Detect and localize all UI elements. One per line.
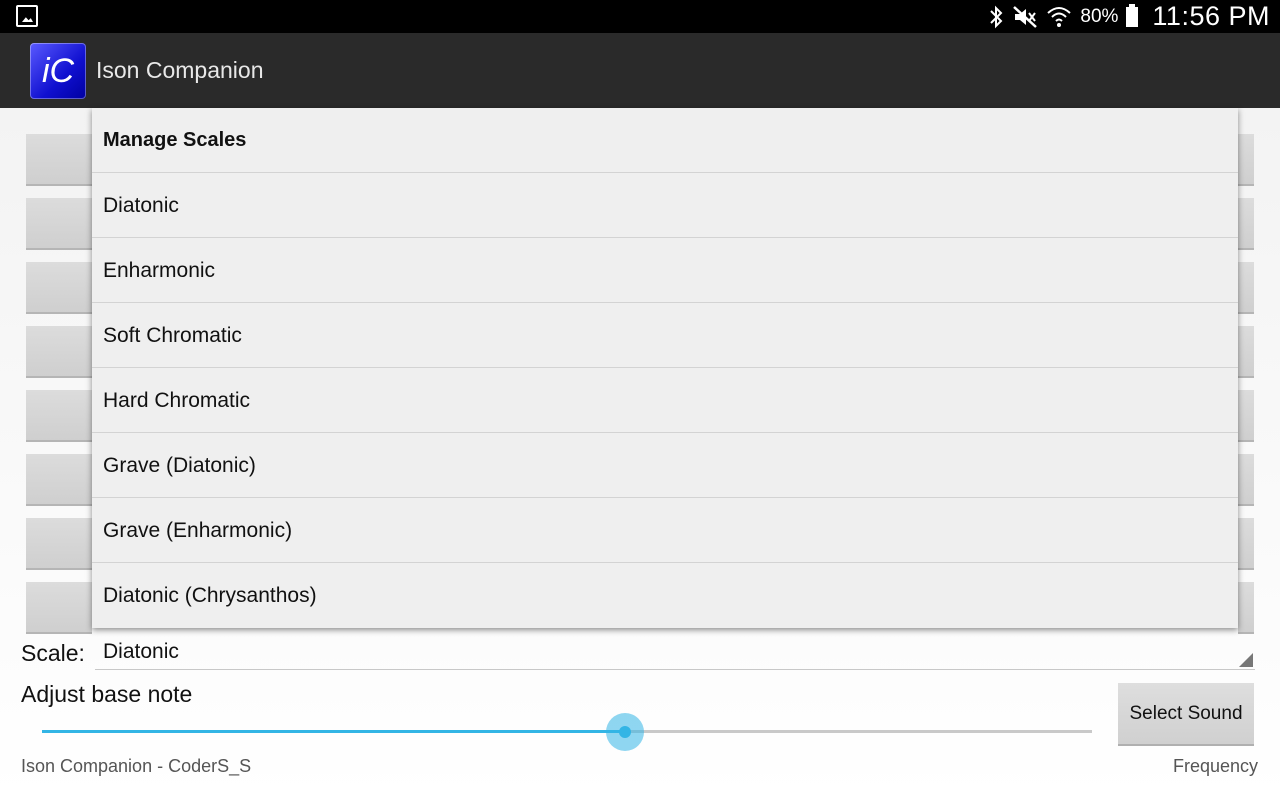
scale-dropdown-menu: Manage Scales Diatonic Enharmonic Soft C… <box>92 108 1238 628</box>
slider-fill <box>42 730 625 733</box>
app-logo-icon[interactable]: iC <box>30 43 86 99</box>
status-bar: 80% 11:56 PM <box>0 0 1280 33</box>
scale-spinner[interactable]: Diatonic <box>95 636 1255 670</box>
battery-icon <box>1126 3 1139 27</box>
note-button[interactable] <box>1238 326 1254 378</box>
note-button[interactable] <box>26 454 92 506</box>
menu-item-manage-scales[interactable]: Manage Scales <box>92 108 1238 173</box>
mute-icon <box>1012 5 1038 29</box>
adjust-base-note-label: Adjust base note <box>21 681 193 707</box>
menu-item-scale[interactable]: Enharmonic <box>92 238 1238 303</box>
note-button[interactable] <box>1238 262 1254 314</box>
note-button[interactable] <box>26 326 92 378</box>
slider-thumb[interactable] <box>619 726 631 738</box>
gallery-notification-icon <box>16 5 38 27</box>
scale-selected-value: Diatonic <box>103 640 179 663</box>
action-bar: iC Ison Companion <box>0 33 1280 108</box>
note-button[interactable] <box>26 390 92 442</box>
note-button[interactable] <box>1238 582 1254 634</box>
menu-item-scale[interactable]: Hard Chromatic <box>92 368 1238 433</box>
menu-item-scale[interactable]: Grave (Enharmonic) <box>92 498 1238 563</box>
note-button[interactable] <box>1238 390 1254 442</box>
status-icons: 80% 11:56 PM <box>988 0 1270 33</box>
note-button[interactable] <box>26 198 92 250</box>
note-button[interactable] <box>26 582 92 634</box>
battery-percent: 80% <box>1080 5 1119 27</box>
wifi-icon <box>1046 5 1072 29</box>
menu-item-scale[interactable]: Soft Chromatic <box>92 303 1238 368</box>
base-note-slider[interactable] <box>42 713 1092 751</box>
scale-label: Scale: <box>21 640 85 666</box>
note-button[interactable] <box>1238 518 1254 570</box>
note-button[interactable] <box>26 518 92 570</box>
dropdown-corner-icon <box>1239 653 1253 667</box>
bluetooth-icon <box>988 5 1004 29</box>
menu-item-scale[interactable]: Diatonic (Chrysanthos) <box>92 563 1238 628</box>
select-sound-button[interactable]: Select Sound <box>1118 683 1254 746</box>
note-button[interactable] <box>1238 134 1254 186</box>
note-button[interactable] <box>1238 454 1254 506</box>
note-button[interactable] <box>26 262 92 314</box>
clock: 11:56 PM <box>1152 1 1270 31</box>
footer-frequency: Frequency <box>1172 756 1258 776</box>
note-button[interactable] <box>26 134 92 186</box>
note-button[interactable] <box>1238 198 1254 250</box>
menu-item-scale[interactable]: Diatonic <box>92 173 1238 238</box>
app-title: Ison Companion <box>96 57 264 83</box>
footer-credit: Ison Companion - CoderS_S <box>21 756 252 776</box>
menu-item-scale[interactable]: Grave (Diatonic) <box>92 433 1238 498</box>
